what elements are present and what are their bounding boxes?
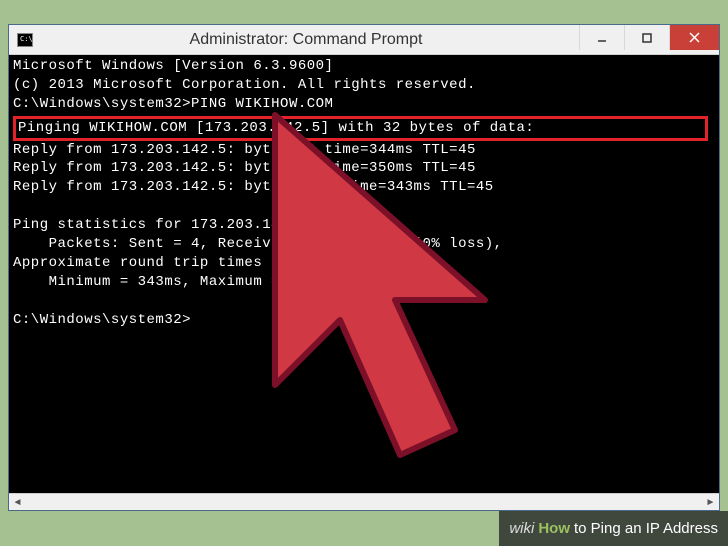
stats-line: Minimum = 343ms, Maximum = e = 346ms	[13, 273, 715, 292]
pinging-line: Pinging WIKIHOW.COM [173.203.142.5] with…	[16, 119, 705, 138]
caption-bar: wikiHow to Ping an IP Address	[499, 511, 728, 546]
terminal-output[interactable]: Microsoft Windows [Version 6.3.9600] (c)…	[9, 55, 719, 493]
command-line: C:\Windows\system32>PING WIKIHOW.COM	[13, 95, 715, 114]
close-button[interactable]	[669, 25, 719, 50]
window-title: Administrator: Command Prompt	[33, 31, 579, 49]
minimize-button[interactable]	[579, 25, 624, 50]
titlebar[interactable]: C:\ Administrator: Command Prompt	[9, 25, 719, 55]
reply-line: Reply from 173.203.142.5: byte time=343m…	[13, 178, 715, 197]
blank-line	[13, 197, 715, 216]
scroll-left-icon[interactable]: ◄	[9, 494, 26, 511]
highlighted-output: Pinging WIKIHOW.COM [173.203.142.5] with…	[13, 116, 708, 141]
cmd-icon: C:\	[17, 33, 33, 47]
stats-line: Packets: Sent = 4, Receive t = 0 (0% los…	[13, 235, 715, 254]
caption-text: to Ping an IP Address	[574, 520, 718, 537]
blank-line	[13, 292, 715, 311]
window-controls	[579, 25, 719, 54]
horizontal-scrollbar[interactable]: ◄ ►	[9, 493, 719, 510]
stats-line: Ping statistics for 173.203.14	[13, 216, 715, 235]
prompt-line: C:\Windows\system32>	[13, 311, 715, 330]
reply-line: Reply from 173.203.142.5: byte 2 time=35…	[13, 159, 715, 178]
stats-line: Approximate round trip times i nds:	[13, 254, 715, 273]
version-line: Microsoft Windows [Version 6.3.9600]	[13, 57, 715, 76]
scroll-right-icon[interactable]: ►	[702, 494, 719, 511]
maximize-button[interactable]	[624, 25, 669, 50]
reply-line: Reply from 173.203.142.5: byte =32 time=…	[13, 141, 715, 160]
brand-suffix: How	[538, 520, 570, 537]
copyright-line: (c) 2013 Microsoft Corporation. All righ…	[13, 76, 715, 95]
command-prompt-window: C:\ Administrator: Command Prompt Micros…	[8, 24, 720, 511]
brand-prefix: wiki	[509, 520, 534, 537]
